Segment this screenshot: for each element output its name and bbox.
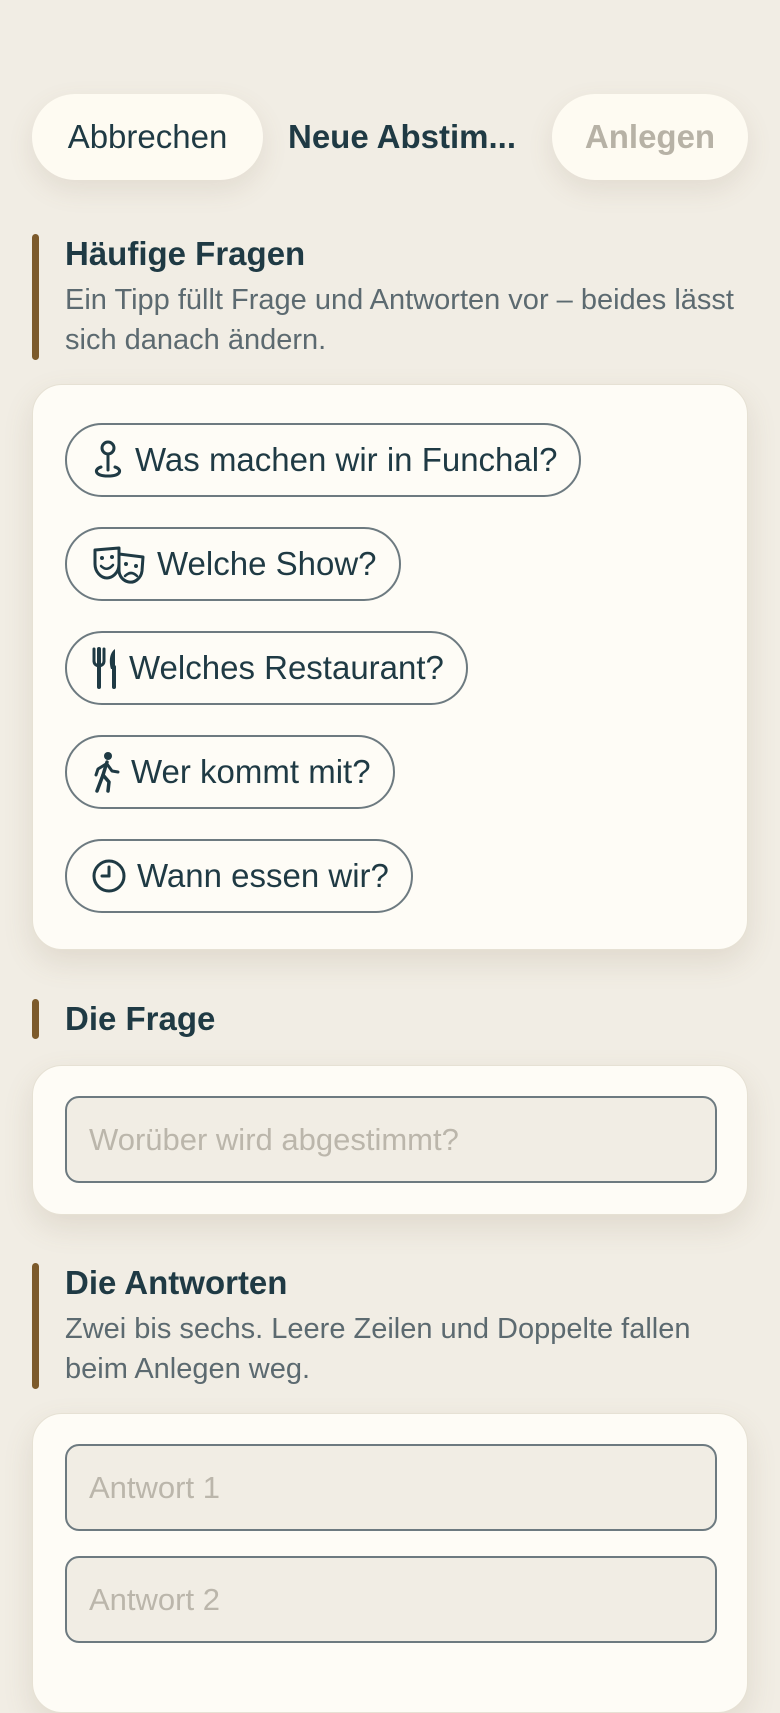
question-card: [32, 1065, 748, 1215]
suggestions-card: Was machen wir in Funchal? Welche Show?: [32, 384, 748, 950]
answers-section-header: Die Antworten Zwei bis sechs. Leere Zeil…: [32, 1263, 748, 1389]
walking-person-icon: [91, 751, 121, 793]
section-accent-bar: [32, 234, 39, 360]
suggestion-chip-who[interactable]: Wer kommt mit?: [65, 735, 395, 809]
clock-icon: [91, 858, 127, 894]
question-section-header: Die Frage: [32, 999, 748, 1039]
suggestion-chip-funchal[interactable]: Was machen wir in Funchal?: [65, 423, 582, 497]
suggestion-label: Welches Restaurant?: [129, 649, 444, 686]
answer-2-input[interactable]: [65, 1556, 717, 1643]
location-pin-icon: [91, 440, 125, 480]
question-input[interactable]: [65, 1096, 717, 1183]
suggestion-chip-restaurant[interactable]: Welches Restaurant?: [65, 631, 468, 705]
top-bar: Abbrechen Neue Abstim... Anlegen: [32, 94, 748, 182]
faq-section-header: Häufige Fragen Ein Tipp füllt Frage und …: [32, 234, 748, 360]
theater-masks-icon: [91, 544, 147, 584]
cancel-button[interactable]: Abbrechen: [32, 94, 263, 180]
suggestion-chip-when[interactable]: Wann essen wir?: [65, 839, 413, 913]
section-accent-bar: [32, 999, 39, 1039]
suggestion-chip-show[interactable]: Welche Show?: [65, 527, 401, 601]
answers-title: Die Antworten: [65, 1264, 288, 1301]
suggestion-label: Wer kommt mit?: [131, 753, 371, 790]
question-title: Die Frage: [65, 1000, 216, 1037]
faq-title: Häufige Fragen: [65, 235, 306, 272]
suggestion-label: Welche Show?: [157, 545, 377, 582]
answers-subtitle: Zwei bis sechs. Leere Zeilen und Doppelt…: [65, 1313, 691, 1385]
faq-subtitle: Ein Tipp füllt Frage und Antworten vor –…: [65, 284, 734, 356]
suggestion-label: Wann essen wir?: [137, 857, 389, 894]
page-title: Neue Abstim...: [288, 118, 516, 155]
answers-card: [32, 1413, 748, 1713]
create-button[interactable]: Anlegen: [552, 94, 748, 180]
suggestion-label: Was machen wir in Funchal?: [135, 441, 558, 478]
section-accent-bar: [32, 1263, 39, 1389]
fork-knife-icon: [91, 647, 119, 689]
answer-1-input[interactable]: [65, 1444, 717, 1531]
